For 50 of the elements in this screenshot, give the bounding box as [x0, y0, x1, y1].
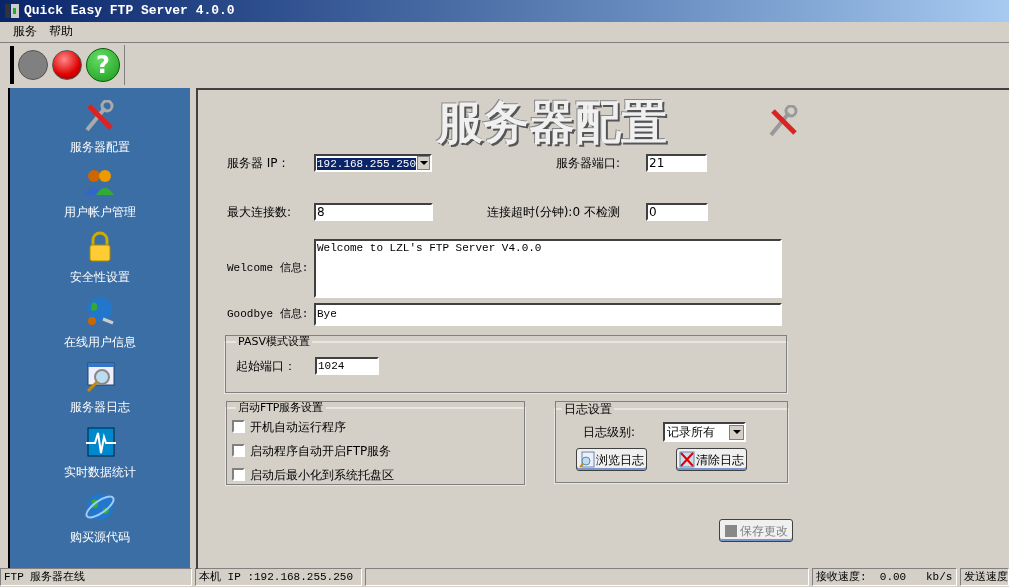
- ip-dropdown[interactable]: 192.168.255.250: [314, 154, 432, 172]
- checkbox[interactable]: [232, 468, 245, 481]
- group-title: PASV模式设置: [237, 334, 311, 350]
- stop-button[interactable]: [52, 49, 82, 80]
- timeout-input[interactable]: 0: [646, 203, 708, 221]
- sidebar-item[interactable]: 服务器日志: [70, 398, 130, 416]
- cross-icon: [679, 451, 695, 468]
- clear-log-button[interactable]: 清除日志: [676, 448, 747, 471]
- max-connections-input[interactable]: 8: [314, 203, 433, 221]
- sidebar-item[interactable]: 安全性设置: [70, 268, 130, 286]
- welcome-textarea[interactable]: Welcome to LZL's FTP Server V4.0.0: [314, 239, 782, 298]
- field-label: Goodbye 信息:: [227, 307, 310, 323]
- group-title: 日志设置: [563, 401, 613, 418]
- checkbox-option[interactable]: 启动程序自动开启FTP服务: [232, 442, 519, 459]
- field-label: 连接超时(分钟):0 不检测: [487, 204, 621, 221]
- square-icon: [724, 523, 737, 538]
- waveform-icon: [83, 425, 117, 459]
- start-port-input[interactable]: 1024: [315, 356, 379, 375]
- menu-item[interactable]: 服务: [13, 22, 37, 40]
- caret-icon: [729, 424, 744, 440]
- checkbox-option[interactable]: 启动后最小化到系统托盘区: [232, 466, 519, 483]
- field-label: 服务器端口:: [556, 155, 622, 172]
- sidebar-item[interactable]: 购买源代码: [70, 528, 130, 546]
- page-title: 服务器配置: [437, 99, 667, 145]
- app-icon: [4, 3, 20, 19]
- field-label: Welcome 信息:: [227, 261, 310, 277]
- checkbox[interactable]: [232, 444, 245, 457]
- status-pane: 本机 IP :192.168.255.250: [195, 568, 362, 586]
- window-title: Quick Easy FTP Server 4.0.0: [24, 2, 235, 21]
- group-title: 启动FTP服务设置: [237, 400, 325, 416]
- sidebar-item[interactable]: 实时数据统计: [64, 463, 136, 481]
- log-level-dropdown[interactable]: 记录所有: [663, 422, 746, 442]
- checkbox[interactable]: [232, 420, 245, 433]
- sidebar-item[interactable]: 用户帐户管理: [64, 203, 136, 221]
- sidebar-item[interactable]: 在线用户信息: [64, 333, 136, 351]
- browse-log-button[interactable]: 浏览日志: [576, 448, 647, 471]
- caret-icon: [417, 156, 430, 170]
- field-label: 日志级别:: [583, 424, 637, 441]
- status-pane: 发送速度: [960, 568, 1009, 586]
- document-search-icon: [579, 451, 595, 468]
- menu-item[interactable]: 帮助: [49, 22, 73, 40]
- field-label: 服务器 IP :: [227, 155, 287, 172]
- field-label: 起始端口：: [236, 357, 297, 375]
- status-pane: 接收速度: 0.00 kb/s: [812, 568, 957, 586]
- checkbox-option[interactable]: 开机自动运行程序: [232, 418, 519, 435]
- goodbye-input[interactable]: Bye: [314, 303, 782, 326]
- sidebar-item[interactable]: 服务器配置: [70, 138, 130, 156]
- field-label: 最大连接数:: [227, 204, 293, 221]
- status-pane: FTP 服务器在线: [0, 568, 192, 586]
- port-input[interactable]: 21: [646, 154, 707, 172]
